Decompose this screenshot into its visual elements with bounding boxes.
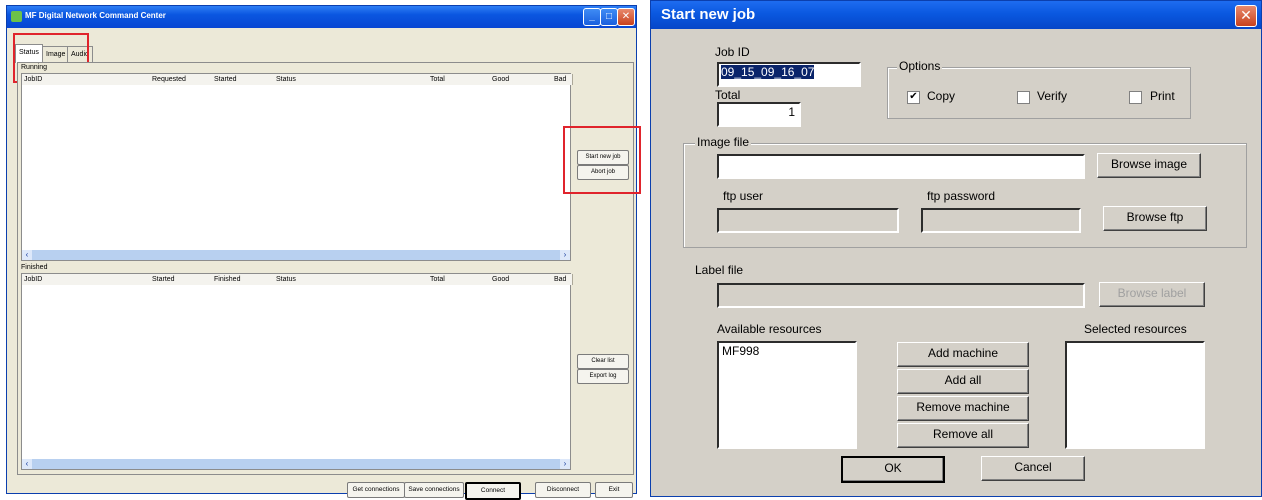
- total-input[interactable]: 1: [717, 102, 801, 127]
- column-header[interactable]: Total: [428, 74, 493, 85]
- main-window-title: MF Digital Network Command Center: [25, 11, 166, 20]
- scroll-right-icon[interactable]: ›: [560, 459, 570, 469]
- add-machine-button[interactable]: Add machine: [897, 342, 1029, 367]
- finished-jobs-table[interactable]: JobID Started Finished Status Total Good…: [21, 273, 573, 470]
- finished-label: Finished: [21, 264, 48, 271]
- browse-image-button[interactable]: Browse image: [1097, 153, 1201, 178]
- finished-horizontal-scrollbar[interactable]: ‹ ›: [22, 459, 570, 469]
- save-connections-button[interactable]: Save connections: [404, 482, 464, 498]
- column-header[interactable]: Started: [212, 74, 277, 85]
- column-header[interactable]: Bad: [552, 274, 573, 285]
- verify-label: Verify: [1037, 89, 1068, 103]
- close-button[interactable]: ✕: [617, 8, 635, 26]
- label-file-label: Label file: [695, 263, 744, 277]
- running-horizontal-scrollbar[interactable]: ‹ ›: [22, 250, 570, 260]
- column-header[interactable]: JobID: [22, 74, 153, 85]
- remove-all-button[interactable]: Remove all: [897, 423, 1029, 448]
- get-connections-button[interactable]: Get connections: [347, 482, 405, 498]
- total-label: Total: [715, 88, 741, 102]
- app-icon: [11, 11, 22, 22]
- print-label: Print: [1150, 89, 1175, 103]
- available-resources-list[interactable]: MF998: [717, 341, 857, 449]
- connect-button[interactable]: Connect: [465, 482, 521, 500]
- dialog-title-bar[interactable]: Start new job ✕: [651, 1, 1261, 29]
- job-id-label: Job ID: [715, 45, 750, 59]
- copy-checkbox[interactable]: ✔: [907, 91, 920, 104]
- column-header[interactable]: Finished: [212, 274, 277, 285]
- print-checkbox[interactable]: [1129, 91, 1142, 104]
- start-job-highlight-box: [563, 126, 641, 194]
- start-new-job-dialog: Start new job ✕ Job ID 09_15_09_16_07 To…: [650, 0, 1262, 497]
- cancel-button[interactable]: Cancel: [981, 456, 1085, 481]
- maximize-button[interactable]: □: [600, 8, 618, 26]
- options-label: Options: [897, 59, 943, 73]
- remove-machine-button[interactable]: Remove machine: [897, 396, 1029, 421]
- scroll-left-icon[interactable]: ‹: [22, 459, 32, 469]
- image-file-label: Image file: [695, 135, 752, 149]
- column-header[interactable]: Status: [274, 74, 431, 85]
- main-title-bar[interactable]: MF Digital Network Command Center _ □ ✕: [7, 6, 636, 28]
- column-header[interactable]: Status: [274, 274, 431, 285]
- ftp-user-input[interactable]: [717, 208, 899, 233]
- column-header[interactable]: Bad: [552, 74, 573, 85]
- copy-label: Copy: [927, 89, 956, 103]
- ftp-user-label: ftp user: [723, 189, 764, 203]
- ok-button[interactable]: OK: [841, 456, 945, 483]
- selected-resources-list[interactable]: [1065, 341, 1205, 449]
- column-header[interactable]: Good: [490, 274, 555, 285]
- list-item[interactable]: MF998: [719, 343, 855, 359]
- image-file-input[interactable]: [717, 154, 1085, 179]
- ftp-password-input[interactable]: [921, 208, 1081, 233]
- minimize-button[interactable]: _: [583, 8, 601, 26]
- close-icon[interactable]: ✕: [1235, 5, 1257, 27]
- column-header[interactable]: Requested: [150, 74, 215, 85]
- main-window: MF Digital Network Command Center _ □ ✕ …: [6, 5, 641, 500]
- dialog-title: Start new job: [661, 6, 756, 23]
- column-header[interactable]: Started: [150, 274, 215, 285]
- add-all-button[interactable]: Add all: [897, 369, 1029, 394]
- job-id-input[interactable]: 09_15_09_16_07: [717, 62, 861, 87]
- running-label: Running: [21, 64, 48, 71]
- browse-ftp-button[interactable]: Browse ftp: [1103, 206, 1207, 231]
- clear-list-button[interactable]: Clear list: [577, 354, 629, 369]
- column-header[interactable]: Good: [490, 74, 555, 85]
- running-jobs-table[interactable]: JobID Requested Started Status Total Goo…: [21, 73, 573, 261]
- ftp-password-label: ftp password: [927, 189, 996, 203]
- browse-label-button[interactable]: Browse label: [1099, 282, 1205, 307]
- export-log-button[interactable]: Export log: [577, 369, 629, 384]
- verify-checkbox[interactable]: [1017, 91, 1030, 104]
- disconnect-button[interactable]: Disconnect: [535, 482, 591, 498]
- job-id-value: 09_15_09_16_07: [721, 65, 815, 79]
- column-header[interactable]: JobID: [22, 274, 153, 285]
- scroll-right-icon[interactable]: ›: [560, 250, 570, 260]
- exit-button[interactable]: Exit: [595, 482, 633, 498]
- available-resources-label: Available resources: [717, 322, 822, 336]
- label-file-input[interactable]: [717, 283, 1085, 308]
- scroll-left-icon[interactable]: ‹: [22, 250, 32, 260]
- selected-resources-label: Selected resources: [1084, 322, 1187, 336]
- column-header[interactable]: Total: [428, 274, 493, 285]
